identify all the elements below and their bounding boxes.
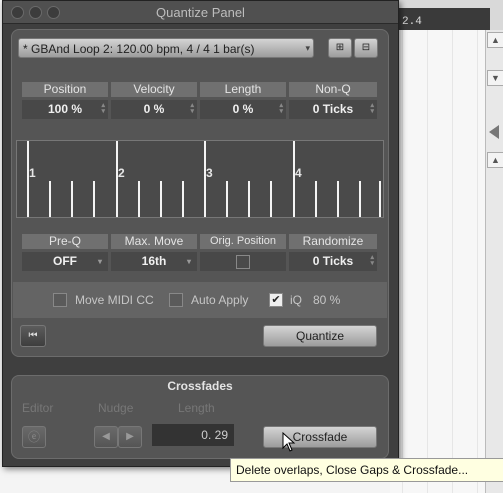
iq-checkbox[interactable]: ✔	[269, 293, 283, 307]
edit-icon: ⓔ	[27, 430, 40, 444]
arrow-right-icon: ▶	[126, 431, 134, 442]
bar-number: 4	[295, 166, 302, 180]
bar-number: 2	[118, 166, 125, 180]
stepper-icon[interactable]: ▴ ▾	[101, 102, 105, 115]
quantize-window: Quantize Panel * GBAnd Loop 2: 120.00 bp…	[2, 0, 399, 467]
velocity-value[interactable]: 0 % ▴ ▾	[111, 100, 197, 119]
scroll-up-icon[interactable]: ▲	[487, 152, 503, 168]
mouse-cursor-icon	[282, 432, 296, 452]
crossfades-title: Crossfades	[167, 379, 233, 393]
param-header-velocity: Velocity	[111, 82, 197, 97]
orig-position-cell	[200, 252, 286, 271]
title-bar[interactable]: Quantize Panel	[3, 1, 398, 24]
chevron-down-icon: ▾	[97, 257, 102, 266]
preset-dropdown[interactable]: * GBAnd Loop 2: 120.00 bpm, 4 / 4 1 bar(…	[18, 38, 314, 58]
param-header-length: Length	[200, 82, 286, 97]
options-strip: Move MIDI CC Auto Apply ✔ iQ 80 %	[13, 282, 387, 318]
param-header-position: Position	[22, 82, 108, 97]
auto-apply-label: Auto Apply	[191, 293, 249, 307]
save-preset-icon: ⊞	[335, 42, 345, 53]
chevron-down-icon: ▾	[305, 43, 310, 53]
nudge-right-button[interactable]: ▶	[118, 426, 142, 448]
crossfade-editor-button[interactable]: ⓔ	[22, 426, 46, 448]
orig-position-checkbox[interactable]	[236, 255, 250, 269]
nudge-label: Nudge	[98, 401, 134, 415]
rewind-button[interactable]: ⏮	[20, 325, 46, 347]
stepper-icon[interactable]: ▴ ▾	[370, 102, 374, 115]
skip-back-icon: ⏮	[28, 330, 38, 341]
nonq-value[interactable]: 0 Ticks ▴ ▾	[289, 100, 377, 119]
length-label: Length	[178, 401, 215, 415]
param-header-origposition: Orig. Position	[200, 234, 286, 249]
delete-preset-button[interactable]: ⊟	[354, 38, 378, 58]
position-value[interactable]: 100 % ▴ ▾	[22, 100, 108, 119]
vertical-scrollbar[interactable]: ▲ ▼ ▲	[485, 30, 503, 493]
save-preset-button[interactable]: ⊞	[328, 38, 352, 58]
crossfade-length-field[interactable]: 0. 29	[152, 424, 234, 446]
length-value[interactable]: 0 % ▴ ▾	[200, 100, 286, 119]
zoom-slider-handle[interactable]	[489, 125, 499, 139]
param-header-preq: Pre-Q	[22, 234, 108, 249]
crossfades-panel: Crossfades Editor Nudge Length ⓔ ◀ ▶ 0. …	[11, 375, 389, 459]
arrange-ruler[interactable]: 2.4	[390, 8, 490, 30]
preq-dropdown[interactable]: OFF ▾	[22, 252, 108, 271]
move-midi-cc-checkbox[interactable]	[53, 293, 67, 307]
crossfade-button[interactable]: Crossfade	[263, 426, 377, 448]
editor-label: Editor	[22, 401, 54, 415]
auto-apply-checkbox[interactable]	[169, 293, 183, 307]
move-midi-cc-label: Move MIDI CC	[75, 293, 154, 307]
preset-label: * GBAnd Loop 2: 120.00 bpm, 4 / 4 1 bar(…	[23, 42, 255, 56]
nudge-left-button[interactable]: ◀	[94, 426, 118, 448]
checkmark-icon: ✔	[271, 294, 281, 306]
stepper-icon[interactable]: ▴ ▾	[279, 102, 283, 115]
param-header-nonq: Non-Q	[289, 82, 377, 97]
tooltip-text: Delete overlaps, Close Gaps & Crossfade.…	[236, 463, 469, 477]
iq-label: iQ	[290, 293, 302, 307]
bar-number: 3	[206, 166, 213, 180]
delete-preset-icon: ⊟	[361, 42, 371, 53]
arrange-area[interactable]	[390, 30, 485, 493]
param-header-maxmove: Max. Move	[111, 234, 197, 249]
tooltip: Delete overlaps, Close Gaps & Crossfade.…	[230, 458, 503, 482]
bar-number: 1	[29, 166, 36, 180]
stepper-icon[interactable]: ▴ ▾	[370, 254, 374, 267]
arrow-left-icon: ◀	[102, 431, 110, 442]
quantize-grid[interactable]: 1 2 3 4	[16, 140, 384, 218]
quantize-panel: * GBAnd Loop 2: 120.00 bpm, 4 / 4 1 bar(…	[11, 29, 389, 357]
stepper-icon[interactable]: ▴ ▾	[190, 102, 194, 115]
scroll-up-icon[interactable]: ▲	[487, 32, 503, 48]
quantize-button[interactable]: Quantize	[263, 325, 377, 347]
maxmove-dropdown[interactable]: 16th ▾	[111, 252, 197, 271]
iq-value: 80 %	[313, 293, 341, 307]
chevron-down-icon: ▾	[186, 257, 191, 266]
ruler-marker: 2.4	[402, 16, 422, 28]
param-header-randomize: Randomize	[289, 234, 377, 249]
randomize-value[interactable]: 0 Ticks ▴ ▾	[289, 252, 377, 271]
window-title: Quantize Panel	[156, 5, 245, 20]
scroll-down-icon[interactable]: ▼	[487, 70, 503, 86]
